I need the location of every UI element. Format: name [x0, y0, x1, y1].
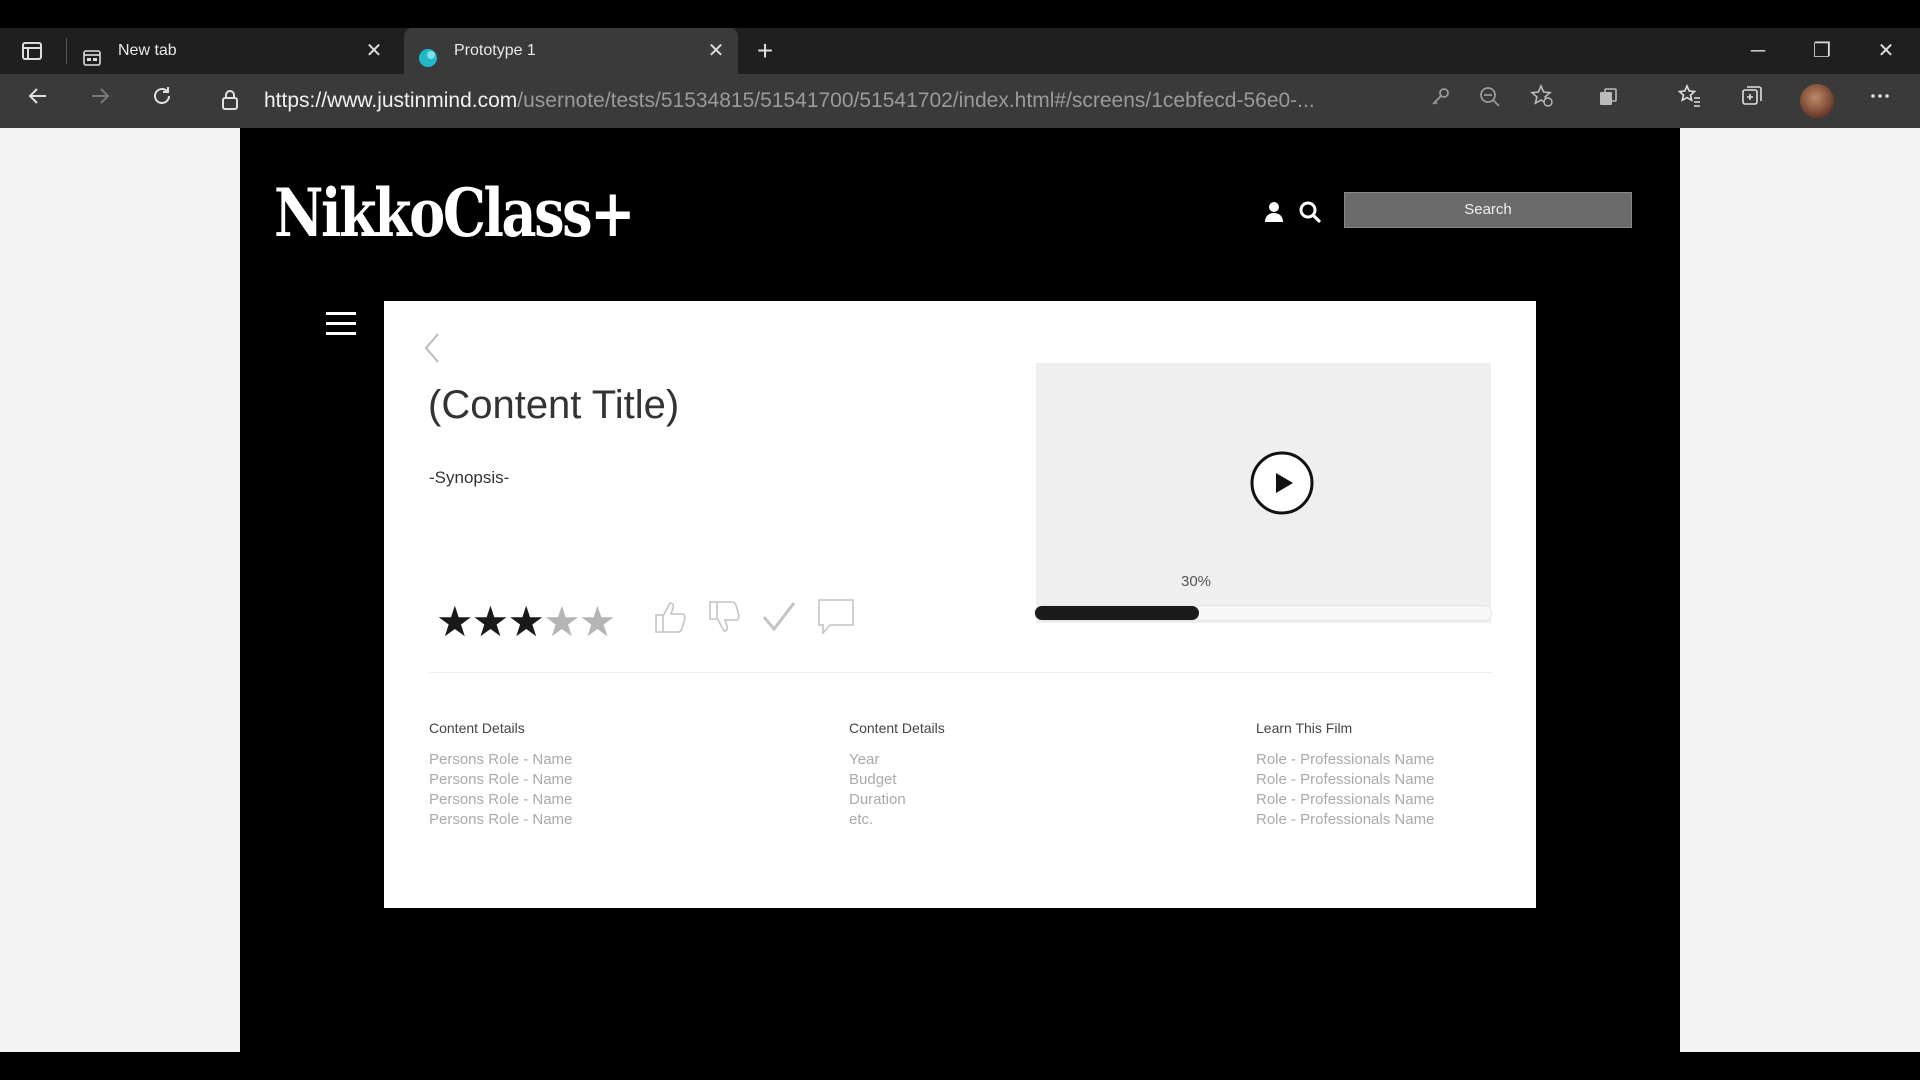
progress-label: 30% [1181, 573, 1212, 590]
search-input[interactable]: Search [1344, 192, 1632, 228]
column-heading: Content Details [429, 720, 525, 736]
star-filled-icon[interactable]: ★ [436, 598, 474, 645]
page-viewport: NikkoClass+ Search (Content Title) -Syno… [0, 128, 1920, 1052]
profile-avatar[interactable] [1800, 84, 1834, 118]
user-icon[interactable] [1262, 200, 1286, 224]
close-icon[interactable]: ✕ [362, 28, 386, 74]
star-rating[interactable]: ★★★★★ [436, 597, 617, 646]
key-icon[interactable] [1422, 84, 1458, 118]
url-path: /usernote/tests/51534815/51541700/515417… [517, 89, 1315, 112]
detail-line: Role - Professionals Name [1256, 791, 1435, 808]
menu-icon[interactable] [326, 312, 356, 336]
play-icon[interactable] [1250, 451, 1314, 515]
tab-label: Prototype 1 [454, 42, 536, 59]
detail-line: Persons Role - Name [429, 791, 573, 808]
justinmind-favicon-icon [418, 41, 438, 67]
comment-icon[interactable] [816, 597, 856, 637]
tab-actions-icon[interactable] [20, 40, 44, 64]
star-empty-icon[interactable]: ★ [579, 598, 617, 645]
favorite-add-icon[interactable] [1524, 83, 1560, 118]
new-tab-button[interactable]: + [750, 36, 780, 66]
detail-line: Duration [849, 791, 906, 808]
favorites-icon[interactable] [1672, 84, 1708, 118]
details-column-3: Learn This Film Role - Professionals Nam… [1256, 720, 1434, 830]
thumbs-down-icon[interactable] [704, 597, 744, 637]
detail-line: Role - Professionals Name [1256, 751, 1435, 768]
close-icon[interactable]: ✕ [704, 28, 728, 74]
browser-tab-bar: New tab ✕ Prototype 1 ✕ + ─ ❐ ✕ [0, 0, 1920, 74]
address-bar[interactable]: https://www.justinmind.com/usernote/test… [210, 80, 1410, 122]
url-host: https://www.justinmind.com [264, 89, 518, 112]
more-icon[interactable] [1862, 84, 1898, 118]
back-chevron-icon[interactable] [422, 331, 442, 365]
content-title: (Content Title) [428, 383, 680, 427]
star-filled-icon[interactable]: ★ [472, 598, 510, 645]
zoom-out-icon[interactable] [1472, 84, 1508, 118]
menu-line [326, 312, 356, 315]
forward-arrow-icon[interactable] [82, 84, 118, 118]
star-empty-icon[interactable]: ★ [543, 598, 581, 645]
details-column-1: Content Details Persons Role - Name Pers… [429, 720, 572, 830]
menu-line [326, 322, 356, 325]
detail-line: Budget [849, 771, 897, 788]
detail-line: Role - Professionals Name [1256, 811, 1435, 828]
tab-label: New tab [118, 42, 177, 59]
detail-line: Persons Role - Name [429, 811, 573, 828]
detail-line: Persons Role - Name [429, 771, 573, 788]
collections-icon[interactable] [1734, 84, 1770, 118]
content-card: (Content Title) -Synopsis- ★★★★★ 30% Con… [384, 301, 1536, 908]
checkmark-icon[interactable] [759, 597, 799, 637]
column-heading: Content Details [849, 720, 945, 736]
back-arrow-icon[interactable] [20, 84, 56, 118]
restore-button[interactable]: ❐ [1792, 28, 1852, 74]
refresh-icon[interactable] [144, 84, 180, 118]
site-container: NikkoClass+ Search (Content Title) -Syno… [240, 128, 1680, 1052]
details-column-2: Content Details Year Budget Duration etc… [849, 720, 945, 830]
detail-line: etc. [849, 811, 874, 828]
video-progress-fill [1035, 606, 1200, 620]
detail-line: Year [849, 751, 880, 768]
detail-line: Role - Professionals Name [1256, 771, 1435, 788]
thumbs-up-icon[interactable] [650, 597, 690, 637]
star-filled-icon[interactable]: ★ [507, 598, 545, 645]
search-icon[interactable] [1298, 200, 1322, 224]
browser-toolbar: https://www.justinmind.com/usernote/test… [0, 74, 1920, 128]
synopsis-text: -Synopsis- [429, 468, 510, 487]
window-close-button[interactable]: ✕ [1856, 28, 1916, 74]
tab-prototype-1[interactable]: Prototype 1 ✕ [404, 28, 738, 74]
minimize-button[interactable]: ─ [1728, 28, 1788, 74]
section-divider [429, 672, 1493, 673]
detail-line: Persons Role - Name [429, 751, 573, 768]
extensions-icon[interactable] [1590, 84, 1626, 118]
tab-separator [66, 38, 67, 64]
column-heading: Learn This Film [1256, 720, 1353, 736]
site-logo[interactable]: NikkoClass+ [274, 174, 636, 252]
video-player[interactable]: 30% [1036, 363, 1491, 623]
url-text[interactable]: https://www.justinmind.com/usernote/test… [264, 80, 1404, 122]
video-progress-bar[interactable] [1034, 605, 1492, 621]
lock-icon[interactable] [220, 89, 240, 111]
menu-line [326, 332, 356, 335]
tab-new-tab[interactable]: New tab ✕ [76, 28, 396, 74]
new-tab-page-icon [82, 41, 102, 66]
